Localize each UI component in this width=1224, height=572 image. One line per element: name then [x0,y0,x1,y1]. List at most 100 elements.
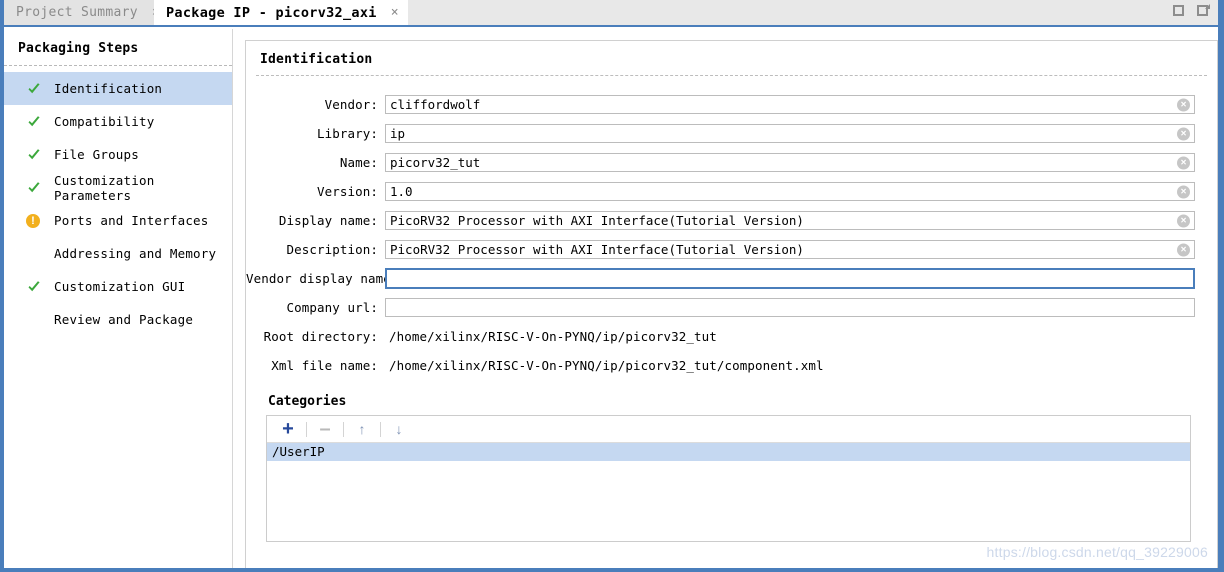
field-label: Xml file name: [271,358,378,373]
identification-panel: Identification Vendor:×Library:×Name:×Ve… [245,40,1218,568]
square-icon [1173,5,1184,16]
categories-section: Categories + – ↑ ↓ /UserIP [266,394,1191,542]
clear-icon[interactable]: × [1177,214,1190,227]
name-field[interactable]: × [385,153,1195,172]
clear-icon[interactable]: × [1177,185,1190,198]
remove-category-button: – [319,417,331,440]
check-icon [26,180,42,196]
field-label: Root directory: [263,329,378,344]
tab-project-summary[interactable]: Project Summary × [4,0,170,25]
sidebar-title: Packaging Steps [18,41,139,56]
company-url-field[interactable] [385,298,1195,317]
field-label: Display name: [278,213,378,228]
warning-icon: ! [26,213,42,229]
form-row-root-directory: Root directory: /home/xilinx/RISC-V-On-PY… [246,322,1217,351]
check-icon [26,147,42,163]
packaging-steps-sidebar: Packaging Steps Identification Compatibil… [4,29,233,568]
move-down-button: ↓ [395,421,403,437]
sidebar-item-label: Identification [54,81,163,96]
check-icon [26,279,42,295]
field-label: Company url: [286,300,378,315]
clear-icon[interactable]: × [1177,156,1190,169]
sidebar-step-list: Identification Compatibility File Groups Cu… [4,72,232,336]
identification-form: Vendor:×Library:×Name:×Version:×Display … [246,76,1217,380]
watermark: https://blog.csdn.net/qq_39229006 [986,544,1208,560]
sidebar-item-review-and-package[interactable]: Review and Package [4,303,232,336]
field-label: Name: [339,155,378,170]
clear-icon[interactable]: × [1177,243,1190,256]
form-row-company-url: Company url: [246,293,1217,322]
sidebar-item-label: Ports and Interfaces [54,213,209,228]
sidebar-item-label: Customization Parameters [54,172,155,203]
page-title: Identification [260,52,373,67]
clear-icon[interactable]: × [1177,98,1190,111]
tab-label: Package IP - picorv32_axi [166,4,377,21]
field-label: Version: [316,184,378,199]
display-name-input[interactable] [386,212,1194,229]
vendor-display-name-field[interactable] [385,268,1195,289]
field-label: Description: [286,242,378,257]
categories-title: Categories [268,394,347,409]
clear-icon[interactable]: × [1177,127,1190,140]
tab-package-ip[interactable]: Package IP - picorv32_axi × [154,0,408,25]
categories-toolbar: + – ↑ ↓ [267,416,1190,443]
close-icon[interactable]: × [391,6,399,19]
window-controls [1172,4,1210,18]
float-button[interactable] [1196,4,1210,18]
no-status-icon [26,312,42,328]
sidebar-item-customization-gui[interactable]: Customization GUI [4,270,232,303]
tab-label: Project Summary [16,5,138,20]
vendor-field[interactable]: × [385,95,1195,114]
field-label: Vendor display name: [246,271,399,286]
vendor-display-name-input[interactable] [387,270,1193,287]
sidebar-item-ports-and-interfaces[interactable]: ! Ports and Interfaces [4,204,232,237]
sidebar-item-label: Review and Package [54,312,194,327]
package-ip-window: Project Summary × Package IP - picorv32_… [0,0,1224,572]
library-input[interactable] [386,125,1194,142]
form-row-vendor: Vendor: × [246,90,1217,119]
field-label: Library: [316,126,378,141]
version-input[interactable] [386,183,1194,200]
display-name-field[interactable]: × [385,211,1195,230]
list-item[interactable]: /UserIP [267,443,1190,461]
name-input[interactable] [386,154,1194,171]
sidebar-item-label: File Groups [54,147,139,162]
sidebar-item-label: Customization GUI [54,279,186,294]
check-icon [26,81,42,97]
form-row-library: Library: × [246,119,1217,148]
restore-arrow-icon [1205,4,1210,9]
sidebar-item-customization-parameters[interactable]: Customization Parameters [4,171,232,204]
form-row-vendor-display-name: Vendor display name: [246,264,1217,293]
warning-glyph: ! [26,213,40,228]
xml-file-name-value: /home/xilinx/RISC-V-On-PYNQ/ip/picorv32_… [389,358,824,373]
version-field[interactable]: × [385,182,1195,201]
add-category-button[interactable]: + [275,418,301,440]
form-row-display-name: Display name: × [246,206,1217,235]
vendor-input[interactable] [386,96,1194,113]
categories-list[interactable]: /UserIP [267,443,1190,541]
sidebar-item-identification[interactable]: Identification [4,72,232,105]
maximize-button[interactable] [1172,4,1186,18]
tab-bar: Project Summary × Package IP - picorv32_… [4,0,1218,27]
field-label: Vendor: [324,97,378,112]
check-icon [26,114,42,130]
form-row-description: Description: × [246,235,1217,264]
no-status-icon [26,246,42,262]
library-field[interactable]: × [385,124,1195,143]
sidebar-item-label: Addressing and Memory [54,246,217,261]
description-field[interactable]: × [385,240,1195,259]
sidebar-item-file-groups[interactable]: File Groups [4,138,232,171]
sidebar-item-compatibility[interactable]: Compatibility [4,105,232,138]
company-url-input[interactable] [386,299,1194,316]
move-up-button: ↑ [358,421,366,437]
root-directory-value: /home/xilinx/RISC-V-On-PYNQ/ip/picorv32_… [389,329,717,344]
form-row-xml-file-name: Xml file name: /home/xilinx/RISC-V-On-PYN… [246,351,1217,380]
toolbar-separator [343,421,344,437]
toolbar-separator [380,421,381,437]
categories-box: + – ↑ ↓ /UserIP [266,415,1191,542]
sidebar-item-label: Compatibility [54,114,155,129]
form-row-name: Name: × [246,148,1217,177]
description-input[interactable] [386,241,1194,258]
sidebar-item-addressing-and-memory[interactable]: Addressing and Memory [4,237,232,270]
toolbar-separator [306,421,307,437]
